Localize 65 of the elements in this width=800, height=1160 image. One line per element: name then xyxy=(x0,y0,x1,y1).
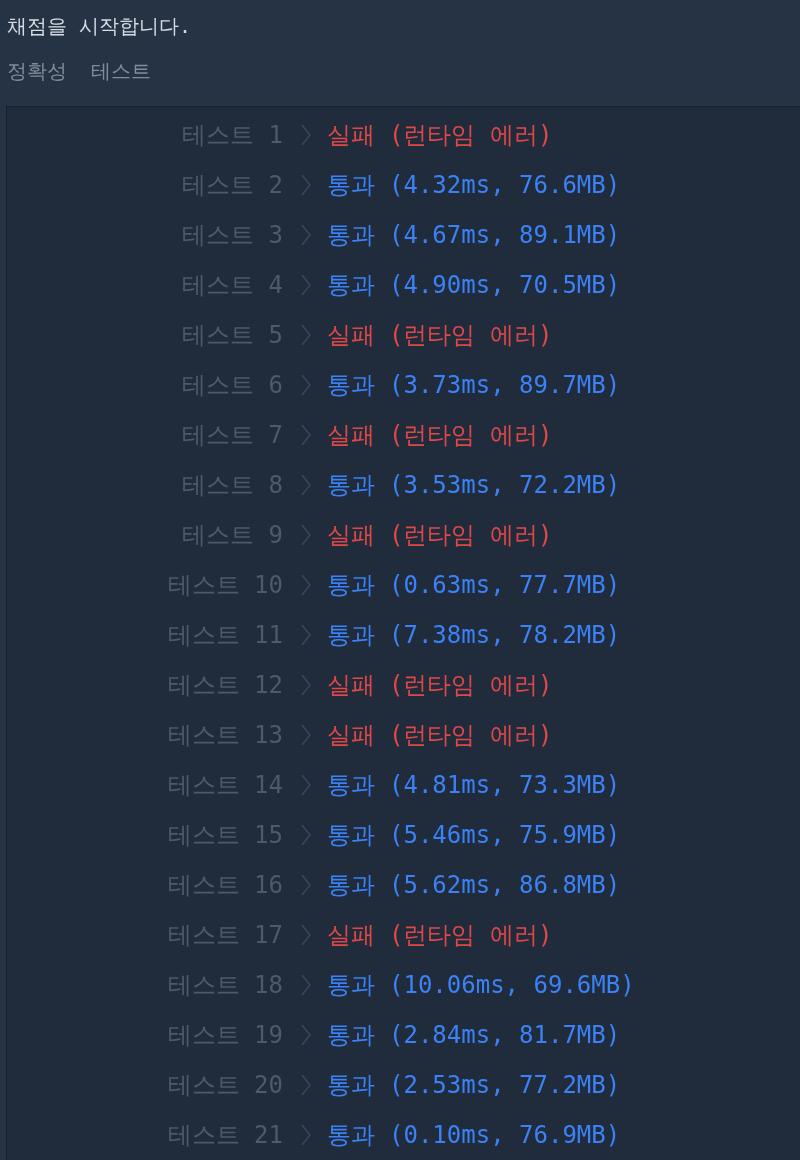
result-detail: (런타임 에러) xyxy=(389,420,553,451)
status-message: 채점을 시작합니다. xyxy=(7,13,192,40)
result-detail: (3.73ms, 89.7MB) xyxy=(389,370,621,401)
result-detail: (런타임 에러) xyxy=(389,320,553,351)
chevron-right-icon xyxy=(301,224,311,246)
result-detail: (7.38ms, 78.2MB) xyxy=(389,620,621,651)
chevron-right-icon xyxy=(301,674,311,696)
chevron-right-icon xyxy=(301,424,311,446)
result-status: 통과 xyxy=(327,570,375,601)
result-detail: (4.90ms, 70.5MB) xyxy=(389,270,621,301)
result-detail: (0.10ms, 76.9MB) xyxy=(389,1120,621,1151)
result-status: 실패 xyxy=(327,120,375,151)
result-status: 통과 xyxy=(327,220,375,251)
chevron-right-icon xyxy=(301,474,311,496)
chevron-right-icon xyxy=(301,974,311,996)
result-status: 통과 xyxy=(327,770,375,801)
result-status: 통과 xyxy=(327,370,375,401)
chevron-right-icon xyxy=(301,624,311,646)
result-status: 통과 xyxy=(327,1120,375,1151)
result-detail: (0.63ms, 77.7MB) xyxy=(389,570,621,601)
result-detail: (런타임 에러) xyxy=(389,120,553,151)
chevron-right-icon xyxy=(301,174,311,196)
result-detail: (3.53ms, 72.2MB) xyxy=(389,470,621,501)
result-status: 통과 xyxy=(327,820,375,851)
result-detail: (2.53ms, 77.2MB) xyxy=(389,1070,621,1101)
chevron-right-icon xyxy=(301,324,311,346)
result-status: 실패 xyxy=(327,420,375,451)
result-detail: (런타임 에러) xyxy=(389,720,553,751)
chevron-right-icon xyxy=(301,1124,311,1146)
result-status: 통과 xyxy=(327,470,375,501)
result-status: 실패 xyxy=(327,320,375,351)
chevron-right-icon xyxy=(301,924,311,946)
chevron-right-icon xyxy=(301,1074,311,1096)
result-status: 실패 xyxy=(327,670,375,701)
result-status: 실패 xyxy=(327,720,375,751)
section-title: 정확성 테스트 xyxy=(7,58,152,85)
chevron-right-icon xyxy=(301,124,311,146)
chevron-right-icon xyxy=(301,824,311,846)
chevron-right-icon xyxy=(301,1024,311,1046)
result-detail: (5.46ms, 75.9MB) xyxy=(389,820,621,851)
result-detail: (런타임 에러) xyxy=(389,920,553,951)
chevron-right-icon xyxy=(301,874,311,896)
chevron-right-icon xyxy=(301,374,311,396)
result-status: 통과 xyxy=(327,170,375,201)
result-detail: (5.62ms, 86.8MB) xyxy=(389,870,621,901)
result-status: 실패 xyxy=(327,520,375,551)
chevron-right-icon xyxy=(301,774,311,796)
result-status: 통과 xyxy=(327,1070,375,1101)
result-status: 통과 xyxy=(327,870,375,901)
chevron-right-icon xyxy=(301,574,311,596)
result-detail: (런타임 에러) xyxy=(389,520,553,551)
result-status: 통과 xyxy=(327,1020,375,1051)
result-status: 통과 xyxy=(327,270,375,301)
result-detail: (2.84ms, 81.7MB) xyxy=(389,1020,621,1051)
chevron-right-icon xyxy=(301,724,311,746)
result-detail: (4.67ms, 89.1MB) xyxy=(389,220,621,251)
result-detail: (10.06ms, 69.6MB) xyxy=(389,970,635,1001)
chevron-right-icon xyxy=(301,524,311,546)
result-detail: (4.32ms, 76.6MB) xyxy=(389,170,621,201)
chevron-right-icon xyxy=(301,274,311,296)
result-detail: (런타임 에러) xyxy=(389,670,553,701)
result-status: 통과 xyxy=(327,620,375,651)
result-detail: (4.81ms, 73.3MB) xyxy=(389,770,621,801)
result-status: 통과 xyxy=(327,970,375,1001)
result-status: 실패 xyxy=(327,920,375,951)
